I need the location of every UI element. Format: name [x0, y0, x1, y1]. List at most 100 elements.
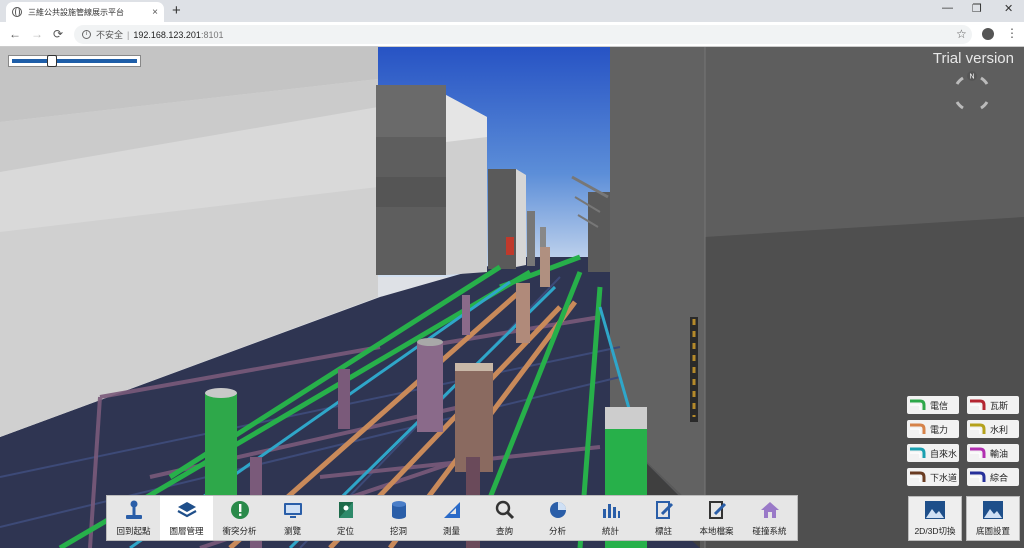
- statistics-button[interactable]: 統計: [584, 496, 637, 540]
- locate-button[interactable]: 定位: [319, 496, 372, 540]
- tool-label: 分析: [548, 526, 566, 536]
- layer-manager-button[interactable]: 圖層管理: [160, 496, 213, 540]
- url-separator: |: [127, 29, 130, 40]
- local-file-button[interactable]: 本地檔案: [690, 496, 743, 540]
- tool-label: 統計: [601, 526, 619, 536]
- tool-label: 衝突分析: [222, 526, 257, 536]
- pipe-swatch-icon: [969, 399, 987, 411]
- search-icon: [495, 500, 514, 520]
- toggle-2d3d-button[interactable]: 2D/3D切換: [908, 496, 962, 541]
- layers-icon: [176, 502, 197, 518]
- trial-watermark: Trial version: [932, 50, 1014, 67]
- back-button[interactable]: ←: [9, 27, 21, 41]
- analysis-button[interactable]: 分析: [531, 496, 584, 540]
- joystick-icon: [125, 500, 142, 519]
- legend-label: 電信: [930, 400, 949, 411]
- home-icon: [760, 502, 779, 518]
- bookmark-star-icon[interactable]: ☆: [956, 27, 967, 41]
- monitor-icon: [283, 503, 302, 518]
- cylinder-icon: [391, 501, 406, 519]
- tool-label: 瀏覽: [283, 526, 301, 536]
- legend-label: 下水道: [930, 472, 958, 483]
- pipe-swatch-icon: [909, 447, 927, 459]
- map-viewport[interactable]: Trial version N 電信 瓦斯 電力 水利 自來水 輸油 下水道 綜…: [0, 47, 1024, 548]
- url-host: 192.168.123.201: [133, 29, 201, 40]
- tool-label: 測量: [442, 526, 460, 536]
- reload-button[interactable]: ⟳: [53, 27, 63, 41]
- minimize-button[interactable]: —: [942, 2, 953, 14]
- tool-label: 定位: [336, 526, 354, 536]
- globe-icon: [12, 7, 22, 17]
- basemap-label: 底圖設置: [975, 526, 1010, 536]
- tab-strip: 三維公共設施管線展示平台 × + — ❐ ✕: [0, 0, 1024, 22]
- home-position-button[interactable]: 回到起點: [107, 496, 160, 540]
- tool-label: 圖層管理: [169, 526, 204, 536]
- alert-icon: [230, 501, 249, 519]
- bar-chart-icon: [602, 504, 620, 518]
- image-icon: [925, 501, 945, 519]
- slider-track: [12, 59, 137, 63]
- conflict-analysis-button[interactable]: 衝突分析: [213, 496, 266, 540]
- tool-label: 回到起點: [116, 526, 151, 536]
- legend-item-sewer[interactable]: 下水道: [907, 468, 959, 486]
- security-label: 不安全: [96, 30, 124, 40]
- legend-label: 電力: [930, 424, 949, 435]
- maximize-button[interactable]: ❐: [972, 2, 982, 15]
- legend-item-water[interactable]: 自來水: [907, 444, 959, 462]
- tool-label: 挖洞: [389, 526, 407, 536]
- close-window-button[interactable]: ✕: [1004, 2, 1013, 15]
- tool-label: 標註: [654, 526, 672, 536]
- pipe-swatch-icon: [969, 447, 987, 459]
- legend-item-power[interactable]: 電力: [907, 420, 959, 438]
- legend-item-combined[interactable]: 綜合: [967, 468, 1019, 486]
- slider-thumb[interactable]: [46, 55, 57, 67]
- map-pin-icon: [338, 502, 353, 518]
- pipe-swatch-icon: [909, 423, 927, 435]
- forward-button[interactable]: →: [31, 27, 43, 41]
- legend-item-telecom[interactable]: 電信: [907, 396, 959, 414]
- collision-system-button[interactable]: 碰撞系統: [743, 496, 796, 540]
- legend-item-gas[interactable]: 瓦斯: [967, 396, 1019, 414]
- legend-item-irrigation[interactable]: 水利: [967, 420, 1019, 438]
- zoom-slider[interactable]: [8, 55, 141, 67]
- address-bar: ← → ⟳ i 不安全 | 192.168.123.201 :8101 ☆ ⋮: [0, 22, 1024, 47]
- bottom-toolbar: 回到起點 圖層管理 衝突分析 瀏覽 定位 挖洞 測量 查詢 分析 統計 標註 本…: [106, 495, 798, 541]
- compass-label: N: [969, 74, 974, 81]
- pipe-swatch-icon: [909, 471, 927, 483]
- ruler-icon: [443, 502, 460, 518]
- legend-label: 瓦斯: [990, 400, 1009, 411]
- toggle-2d3d-label: 2D/3D切換: [914, 526, 956, 536]
- url-input[interactable]: i 不安全 | 192.168.123.201 :8101: [74, 25, 972, 44]
- legend-label: 綜合: [990, 472, 1009, 483]
- browse-button[interactable]: 瀏覽: [266, 496, 319, 540]
- dig-hole-button[interactable]: 挖洞: [372, 496, 425, 540]
- browser-tab[interactable]: 三維公共設施管線展示平台 ×: [6, 2, 164, 22]
- info-icon[interactable]: i: [82, 30, 91, 39]
- new-tab-button[interactable]: +: [172, 2, 181, 19]
- browser-menu-icon[interactable]: ⋮: [1006, 26, 1018, 40]
- tool-label: 查詢: [495, 526, 513, 536]
- legend-label: 水利: [990, 424, 1009, 435]
- legend-label: 自來水: [930, 448, 958, 459]
- image-icon: [983, 501, 1003, 519]
- pipe-swatch-icon: [969, 423, 987, 435]
- measure-button[interactable]: 測量: [425, 496, 478, 540]
- basemap-settings-button[interactable]: 底圖設置: [966, 496, 1020, 541]
- pipe-swatch-icon: [909, 399, 927, 411]
- legend-item-oil[interactable]: 輸油: [967, 444, 1019, 462]
- tool-label: 本地檔案: [699, 526, 734, 536]
- edit-icon: [655, 501, 673, 519]
- legend-label: 輸油: [990, 448, 1009, 459]
- pie-icon: [549, 502, 566, 518]
- tool-label: 碰撞系統: [752, 526, 787, 536]
- url-port: :8101: [200, 29, 224, 40]
- query-button[interactable]: 查詢: [478, 496, 531, 540]
- annotate-button[interactable]: 標註: [637, 496, 690, 540]
- tab-close-icon[interactable]: ×: [152, 7, 158, 18]
- compass-icon[interactable]: N: [949, 70, 995, 116]
- file-edit-icon: [708, 501, 726, 519]
- pipe-swatch-icon: [969, 471, 987, 483]
- 3d-scene: [0, 47, 1024, 548]
- profile-avatar[interactable]: [982, 28, 994, 40]
- tab-title: 三維公共設施管線展示平台: [28, 7, 124, 17]
